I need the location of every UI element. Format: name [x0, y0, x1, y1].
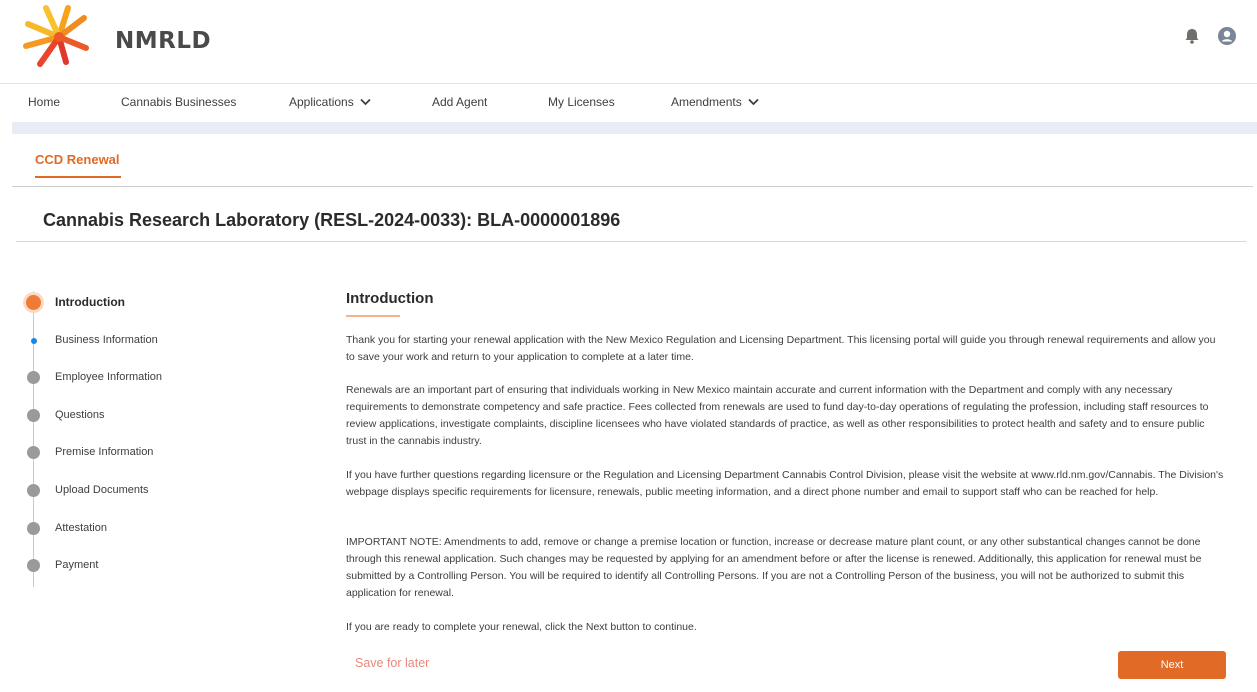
nav-home-label: Home — [28, 95, 61, 109]
save-for-later-button[interactable]: Save for later — [355, 656, 429, 670]
step-label: Premise Information — [55, 446, 154, 458]
next-button[interactable]: Next — [1118, 651, 1226, 679]
step-payment[interactable]: Payment — [24, 556, 284, 576]
bell-icon[interactable] — [1182, 26, 1202, 46]
intro-section: Introduction — [346, 290, 1226, 317]
user-avatar-icon[interactable] — [1217, 26, 1237, 46]
nav-home[interactable]: Home — [28, 95, 60, 109]
nmrld-logo[interactable]: NMRLD — [22, 4, 211, 68]
nav-amendments[interactable]: Amendments — [671, 95, 759, 109]
intro-paragraph: If you are ready to complete your renewa… — [346, 621, 697, 633]
tab-bar: CCD Renewal — [12, 134, 1253, 187]
nav-my-licenses[interactable]: My Licenses — [548, 95, 615, 109]
step-upload-documents[interactable]: Upload Documents — [24, 481, 284, 501]
tab-active-indicator — [35, 176, 121, 178]
step-label: Business Information — [55, 334, 158, 346]
step-business-information[interactable]: Business Information — [24, 331, 284, 351]
intro-paragraph: Thank you for starting your renewal appl… — [346, 334, 1216, 363]
logo-text: NMRLD — [115, 28, 212, 54]
intro-paragraph: Renewals are an important part of ensuri… — [346, 384, 1209, 447]
step-label: Upload Documents — [55, 484, 149, 496]
section-heading-underline — [346, 315, 400, 317]
tab-ccd-renewal[interactable]: CCD Renewal — [35, 152, 120, 167]
step-label: Employee Information — [55, 371, 162, 383]
site-header: NMRLD — [0, 0, 1257, 84]
step-pending-indicator — [27, 409, 40, 422]
step-next-indicator — [31, 338, 37, 344]
nav-applications-label: Applications — [289, 95, 354, 109]
page-title: Cannabis Research Laboratory (RESL-2024-… — [43, 210, 621, 230]
progress-steps: Introduction Business Information Employ… — [24, 285, 284, 590]
step-label: Introduction — [55, 295, 125, 309]
intro-paragraph: If you have further questions regarding … — [346, 469, 1224, 498]
nav-applications[interactable]: Applications — [289, 95, 371, 109]
step-pending-indicator — [27, 446, 40, 459]
section-heading: Introduction — [346, 290, 434, 307]
step-pending-indicator — [27, 484, 40, 497]
step-pending-indicator — [27, 371, 40, 384]
step-attestation[interactable]: Attestation — [24, 519, 284, 539]
step-current-indicator — [26, 295, 41, 310]
nav-amendments-label: Amendments — [671, 95, 742, 109]
step-label: Payment — [55, 559, 99, 571]
main-nav: Home Cannabis Businesses Applications Ad… — [0, 84, 1257, 122]
nav-cannabis-businesses[interactable]: Cannabis Businesses — [121, 95, 236, 109]
step-label: Attestation — [55, 522, 107, 534]
sunburst-logo-icon — [23, 5, 89, 67]
step-questions[interactable]: Questions — [24, 406, 284, 426]
chevron-down-icon — [748, 98, 759, 106]
step-pending-indicator — [27, 559, 40, 572]
title-divider — [16, 241, 1246, 242]
step-introduction[interactable]: Introduction — [24, 293, 284, 313]
nav-cannabis-businesses-label: Cannabis Businesses — [121, 95, 237, 109]
step-pending-indicator — [27, 522, 40, 535]
step-premise-information[interactable]: Premise Information — [24, 443, 284, 463]
step-label: Questions — [55, 409, 105, 421]
nav-add-agent-label: Add Agent — [432, 95, 488, 109]
step-employee-information[interactable]: Employee Information — [24, 368, 284, 388]
intro-paragraph: IMPORTANT NOTE: Amendments to add, remov… — [346, 536, 1202, 599]
page-band — [12, 122, 1257, 134]
nav-add-agent[interactable]: Add Agent — [432, 95, 487, 109]
chevron-down-icon — [360, 98, 371, 106]
nav-my-licenses-label: My Licenses — [548, 95, 615, 109]
